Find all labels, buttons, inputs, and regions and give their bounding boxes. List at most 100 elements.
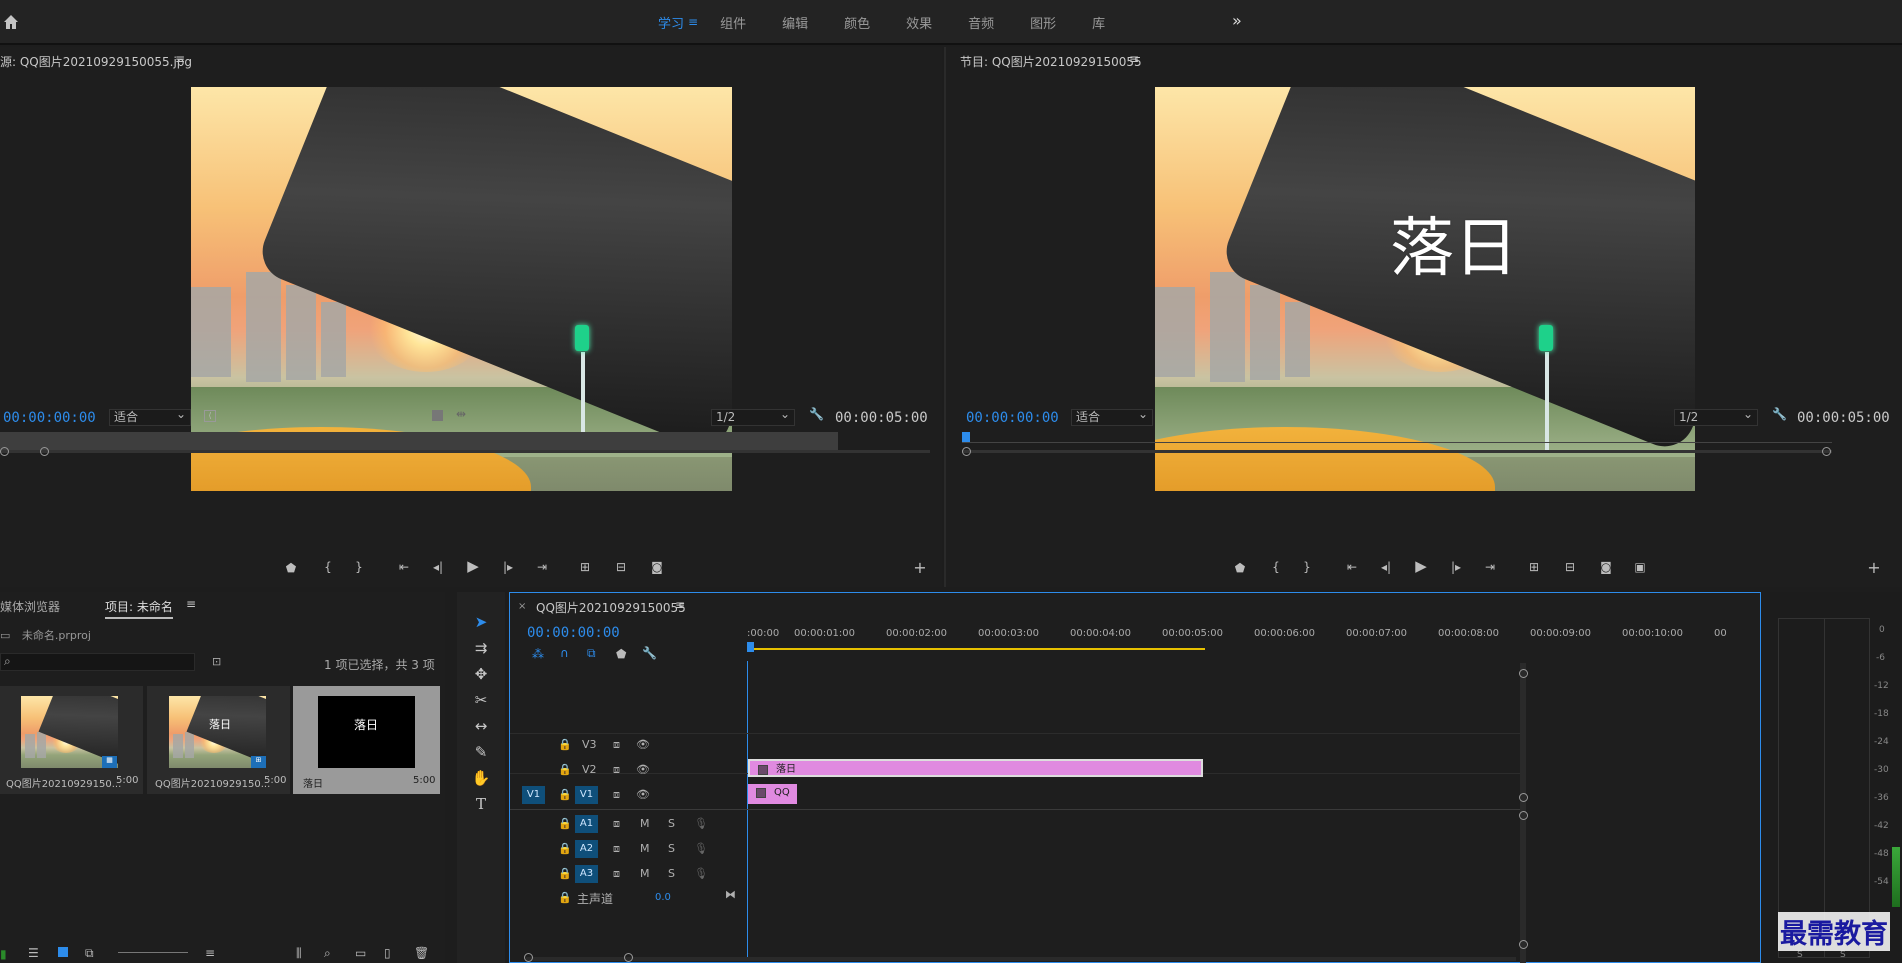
lock-icon[interactable]: 🔒	[558, 842, 572, 855]
search-input[interactable]: ⌕	[0, 653, 195, 671]
step-back-icon[interactable]: ◂|	[430, 559, 446, 575]
source-scrub-bar[interactable]	[0, 432, 838, 450]
step-forward-icon[interactable]: |▸	[1448, 559, 1464, 575]
overwrite-clip-icon[interactable]: ⊟	[613, 559, 629, 575]
go-to-in-icon[interactable]: ⇤	[1344, 559, 1360, 575]
solo-right[interactable]: S	[1840, 950, 1846, 960]
wrench-icon[interactable]: 🔧	[809, 407, 824, 421]
program-fit-select[interactable]: 适合	[1071, 407, 1153, 426]
program-zoom-bar[interactable]	[962, 450, 1832, 453]
tab-editing[interactable]: 编辑	[764, 13, 826, 32]
mic-icon[interactable]: 🎙	[694, 817, 708, 830]
go-to-out-icon[interactable]: ⇥	[534, 559, 550, 575]
mark-out-icon[interactable]: }	[351, 559, 367, 575]
track-target-v1[interactable]: V1	[575, 786, 598, 804]
home-icon[interactable]	[2, 13, 20, 31]
lock-icon[interactable]: 🔒	[558, 891, 572, 904]
drag-audio-icon[interactable]: ⇹	[456, 407, 466, 421]
work-area-bar[interactable]	[747, 648, 1205, 650]
pen-tool-icon[interactable]: ✎	[469, 740, 493, 764]
lock-icon[interactable]: 🔒	[558, 763, 572, 776]
program-res-select[interactable]: 1/2	[1674, 407, 1758, 426]
tab-assembly[interactable]: 组件	[702, 13, 764, 32]
zoom-handle-left[interactable]	[962, 447, 971, 456]
settings-wrench-icon[interactable]: 🔧	[642, 646, 657, 660]
add-marker-icon[interactable]: ⬟	[283, 560, 299, 576]
type-tool-icon[interactable]: T	[469, 792, 493, 816]
solo-left[interactable]: S	[1797, 950, 1803, 960]
eye-icon[interactable]: 👁	[636, 738, 650, 751]
export-frame-icon[interactable]: ◙	[649, 559, 665, 575]
mute-button[interactable]: M	[640, 817, 650, 830]
play-icon[interactable]: ▶	[1413, 558, 1429, 574]
close-icon[interactable]: ×	[518, 601, 526, 612]
track-target-a3[interactable]: A3	[575, 865, 598, 883]
step-forward-icon[interactable]: |▸	[500, 559, 516, 575]
mute-button[interactable]: M	[640, 842, 650, 855]
eye-icon[interactable]: 👁	[636, 788, 650, 801]
insert-clip-icon[interactable]: ⊞	[577, 559, 593, 575]
icon-view-icon[interactable]	[58, 947, 68, 957]
lock-icon[interactable]: 🔒	[558, 817, 572, 830]
clip-title-v2[interactable]: 落日	[748, 759, 1203, 777]
project-item[interactable]: 落日 ⊞ QQ图片20210929150... 5:00	[147, 686, 290, 794]
source-timecode[interactable]: 00:00:00:00	[3, 410, 96, 426]
eye-icon[interactable]: 👁	[636, 763, 650, 776]
slip-tool-icon[interactable]: ↔	[469, 714, 493, 738]
step-back-icon[interactable]: ◂|	[1378, 559, 1394, 575]
insert-icon[interactable]: ⟨	[204, 410, 216, 422]
sync-lock-icon[interactable]: ⧈	[613, 842, 620, 856]
nest-icon[interactable]: ⁂	[532, 647, 544, 661]
scroll-handle[interactable]	[1519, 940, 1528, 949]
playhead[interactable]	[747, 642, 754, 652]
find-icon[interactable]: ⊡	[212, 655, 221, 668]
project-item[interactable]: ▦ QQ图片20210929150... 5:00	[0, 686, 143, 794]
zoom-handle-right[interactable]	[1822, 447, 1831, 456]
sort-icon[interactable]: ≡	[205, 946, 215, 960]
razor-tool-icon[interactable]: ✂	[469, 688, 493, 712]
source-res-select[interactable]: 1/2	[711, 407, 795, 426]
source-fit-select[interactable]: 适合	[109, 407, 191, 426]
scroll-handle[interactable]	[624, 953, 633, 962]
program-scrub-bar[interactable]	[962, 432, 1832, 446]
lock-icon[interactable]: 🔒	[558, 788, 572, 801]
tab-effects[interactable]: 效果	[888, 13, 950, 32]
lift-icon[interactable]: ⊞	[1526, 559, 1542, 575]
program-title[interactable]: 节目: QQ图片20210929150055	[960, 53, 1142, 70]
solo-button[interactable]: S	[668, 842, 675, 855]
tab-libraries[interactable]: 库	[1074, 13, 1123, 32]
lock-icon[interactable]: ▮	[0, 947, 7, 961]
clip-image-v1[interactable]: QQ	[748, 784, 797, 804]
lock-icon[interactable]: 🔒	[558, 738, 572, 751]
go-to-end-icon[interactable]: ⧓	[725, 888, 736, 901]
horizontal-scrollbar[interactable]	[526, 957, 1516, 961]
source-zoom-bar[interactable]	[0, 450, 930, 453]
selection-tool-icon[interactable]: ➤	[469, 610, 493, 634]
mute-button[interactable]: M	[640, 867, 650, 880]
timeline-timecode[interactable]: 00:00:00:00	[527, 625, 620, 641]
playhead[interactable]	[962, 432, 970, 442]
sync-lock-icon[interactable]: ⧈	[613, 763, 620, 777]
export-frame-icon[interactable]: ◙	[1598, 559, 1614, 575]
zoom-handle-left[interactable]	[0, 447, 9, 456]
go-to-in-icon[interactable]: ⇤	[396, 559, 412, 575]
sync-lock-icon[interactable]: ⧈	[613, 738, 620, 752]
add-marker-icon[interactable]: ⬟	[1232, 560, 1248, 576]
scroll-handle[interactable]	[1519, 793, 1528, 802]
lock-icon[interactable]: 🔒	[558, 867, 572, 880]
scroll-handle[interactable]	[1519, 811, 1528, 820]
project-item-selected[interactable]: 落日 落日 5:00	[293, 686, 440, 794]
button-editor-icon[interactable]: +	[1866, 560, 1882, 576]
button-editor-icon[interactable]: +	[912, 560, 928, 576]
program-timecode[interactable]: 00:00:00:00	[966, 410, 1059, 426]
sequence-tab[interactable]: QQ图片20210929150055	[536, 599, 686, 616]
comparison-view-icon[interactable]: ▣	[1632, 559, 1648, 575]
list-view-icon[interactable]: ☰	[28, 946, 39, 960]
hand-tool-icon[interactable]: ✋	[469, 766, 493, 790]
source-title[interactable]: 源: QQ图片20210929150055.jpg	[0, 53, 192, 70]
tab-graphics[interactable]: 图形	[1012, 13, 1074, 32]
freeform-view-icon[interactable]: ⧉	[85, 946, 94, 961]
workspace-menu-icon[interactable]: ≡	[688, 15, 698, 29]
zoom-handle-right[interactable]	[40, 447, 49, 456]
zoom-slider[interactable]	[118, 952, 188, 953]
